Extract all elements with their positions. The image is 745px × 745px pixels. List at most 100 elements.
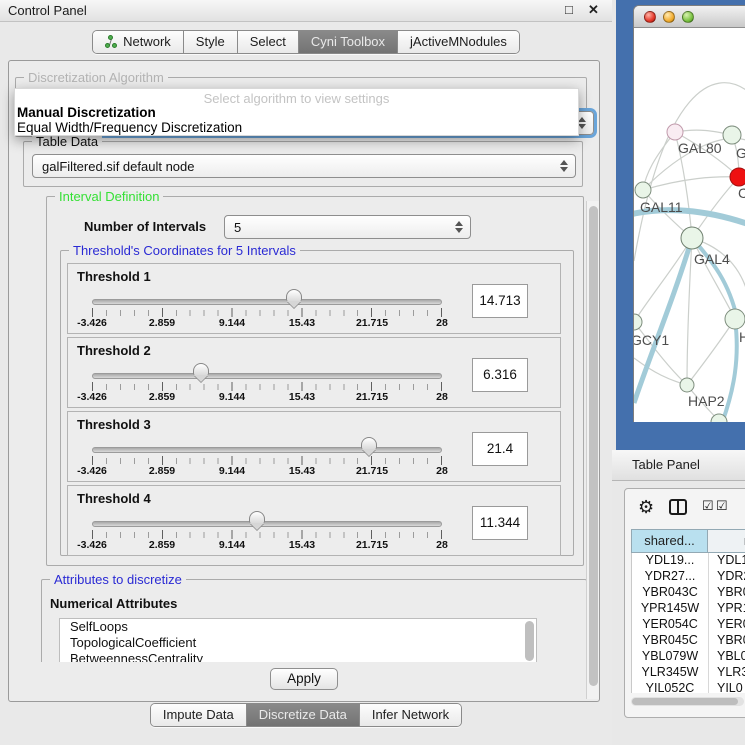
panel-title: Control Panel [8, 3, 87, 18]
tab-impute-data[interactable]: Impute Data [151, 704, 247, 726]
tab-select[interactable]: Select [238, 31, 299, 53]
table-row[interactable]: YDR27...YDR2 [632, 569, 745, 585]
numerical-attributes-label: Numerical Attributes [50, 596, 177, 611]
column-header-name[interactable]: n [708, 529, 745, 553]
cell[interactable]: YBL0 [709, 649, 745, 665]
table-data-combobox[interactable]: galFiltered.sif default node [32, 154, 576, 178]
node-right-mid[interactable] [725, 309, 745, 329]
close-icon[interactable]: ✕ [588, 2, 599, 18]
threshold-4-slider-thumb[interactable] [249, 511, 265, 523]
list-scrollbar[interactable] [525, 621, 534, 661]
num-intervals-combobox[interactable]: 5 [224, 215, 471, 239]
apply-button[interactable]: Apply [270, 668, 338, 690]
horizontal-scrollbar[interactable] [631, 697, 744, 706]
tab-infer-network[interactable]: Infer Network [360, 704, 461, 726]
label-gal4: GAL4 [694, 251, 730, 267]
dropdown-hint: Select algorithm to view settings [15, 91, 578, 106]
tab-jactivemnodules[interactable]: jActiveMNodules [398, 31, 519, 53]
checkbox-icon[interactable]: ☑ [702, 498, 714, 514]
gear-icon[interactable]: ⚙ [638, 497, 654, 517]
threshold-4-value-field[interactable]: 11.344 [472, 506, 528, 540]
tab-network[interactable]: Network [93, 31, 184, 53]
cell[interactable]: YPR145W [632, 601, 709, 617]
cell[interactable]: YER054C [632, 617, 709, 633]
tick-label: -3.426 [77, 539, 107, 551]
label-gcy1: GCY1 [634, 332, 669, 348]
close-traffic-light-icon[interactable] [644, 11, 656, 23]
threshold-1-value-field[interactable]: 14.713 [472, 284, 528, 318]
tab-label: Discretize Data [259, 707, 347, 722]
table-row[interactable]: YDL19...YDL1 [632, 553, 745, 569]
dropdown-option-manual[interactable]: Manual Discretization [17, 105, 156, 120]
cell[interactable]: YBR0 [709, 633, 745, 649]
tick-label: 21.715 [356, 317, 388, 329]
threshold-3-slider-thumb[interactable] [361, 437, 377, 449]
thresholds-group: Threshold's Coordinates for 5 Intervals … [60, 250, 574, 556]
threshold-3-value-field[interactable]: 21.4 [472, 432, 528, 466]
tick-label: 15.43 [289, 539, 315, 551]
threshold-2-label: Threshold 2 [77, 343, 151, 358]
zoom-traffic-light-icon[interactable] [682, 11, 694, 23]
tab-label: Cyni Toolbox [311, 34, 385, 49]
cell[interactable]: YER0 [709, 617, 745, 633]
network-canvas[interactable]: GAL80 GA C GAL11 GAL4 GCY1 H HAP2 [634, 28, 745, 422]
cell[interactable]: YPR1 [709, 601, 745, 617]
tab-group: Network Style Select Cyni Toolbox jActiv… [92, 30, 520, 54]
cell[interactable]: YIL0 [709, 681, 745, 693]
threshold-3-label: Threshold 3 [77, 417, 151, 432]
cell[interactable]: YIL052C [632, 681, 709, 693]
cell[interactable]: YBR0 [709, 585, 745, 601]
table-row[interactable]: YPR145WYPR1 [632, 601, 745, 617]
table-row[interactable]: YLR345WYLR3 [632, 665, 745, 681]
node-top-right[interactable] [723, 126, 741, 144]
cell[interactable]: YLR3 [709, 665, 745, 681]
checkbox-icon[interactable]: ☑ [716, 498, 728, 514]
threshold-2-slider-thumb[interactable] [193, 363, 209, 375]
cell[interactable]: YLR345W [632, 665, 709, 681]
cell[interactable]: YBR043C [632, 585, 709, 601]
tick-label: 28 [436, 539, 448, 551]
minimize-traffic-light-icon[interactable] [663, 11, 675, 23]
tab-style[interactable]: Style [184, 31, 238, 53]
combo-arrows-icon [455, 221, 463, 233]
cell[interactable]: YDR2 [709, 569, 745, 585]
node-gal4[interactable] [681, 227, 703, 249]
dropdown-option-equal-width[interactable]: Equal Width/Frequency Discretization [17, 120, 242, 135]
list-item[interactable]: TopologicalCoefficient [60, 635, 536, 651]
cell[interactable]: YBR045C [632, 633, 709, 649]
panel-scrollbar-thumb[interactable] [589, 206, 598, 686]
table-row[interactable]: YBR043CYBR0 [632, 585, 745, 601]
node-hap2[interactable] [680, 378, 694, 392]
panel-scrollbar[interactable] [586, 201, 599, 699]
numerical-attributes-list[interactable]: SelfLoops TopologicalCoefficient Between… [59, 618, 537, 664]
table-row[interactable]: YBR045CYBR0 [632, 633, 745, 649]
node-gcy1[interactable] [634, 314, 642, 330]
table-data-group: Table Data galFiltered.sif default node [23, 141, 583, 187]
cell[interactable]: YDL19... [632, 553, 709, 569]
tick-label: -3.426 [77, 317, 107, 329]
column-header-shared[interactable]: shared... [631, 529, 708, 553]
tab-label: Style [196, 34, 225, 49]
node-red-selected[interactable] [730, 168, 745, 186]
horizontal-scrollbar-thumb[interactable] [632, 698, 738, 705]
node-gal11[interactable] [635, 182, 651, 198]
list-item[interactable]: SelfLoops [60, 619, 536, 635]
cell[interactable]: YDR27... [632, 569, 709, 585]
node-gal80[interactable] [667, 124, 683, 140]
tick-label: 21.715 [356, 539, 388, 551]
table-data-legend: Table Data [32, 134, 102, 149]
table-row[interactable]: YER054CYER0 [632, 617, 745, 633]
columns-icon[interactable] [669, 499, 687, 515]
threshold-2-value-field[interactable]: 6.316 [472, 358, 528, 392]
slider-tick-labels: -3.426 2.859 9.144 15.43 21.715 28 [92, 317, 442, 330]
threshold-1-slider-thumb[interactable] [286, 289, 302, 301]
table-data-value: galFiltered.sif default node [42, 159, 194, 174]
tab-cyni-toolbox[interactable]: Cyni Toolbox [299, 31, 398, 53]
tab-discretize-data[interactable]: Discretize Data [247, 704, 360, 726]
table-row[interactable]: YBL079WYBL0 [632, 649, 745, 665]
table-row[interactable]: YIL052CYIL0 [632, 681, 745, 693]
cell[interactable]: YDL1 [709, 553, 745, 569]
label-partial-right: H [739, 329, 745, 345]
cell[interactable]: YBL079W [632, 649, 709, 665]
float-window-icon[interactable]: □ [565, 2, 573, 17]
